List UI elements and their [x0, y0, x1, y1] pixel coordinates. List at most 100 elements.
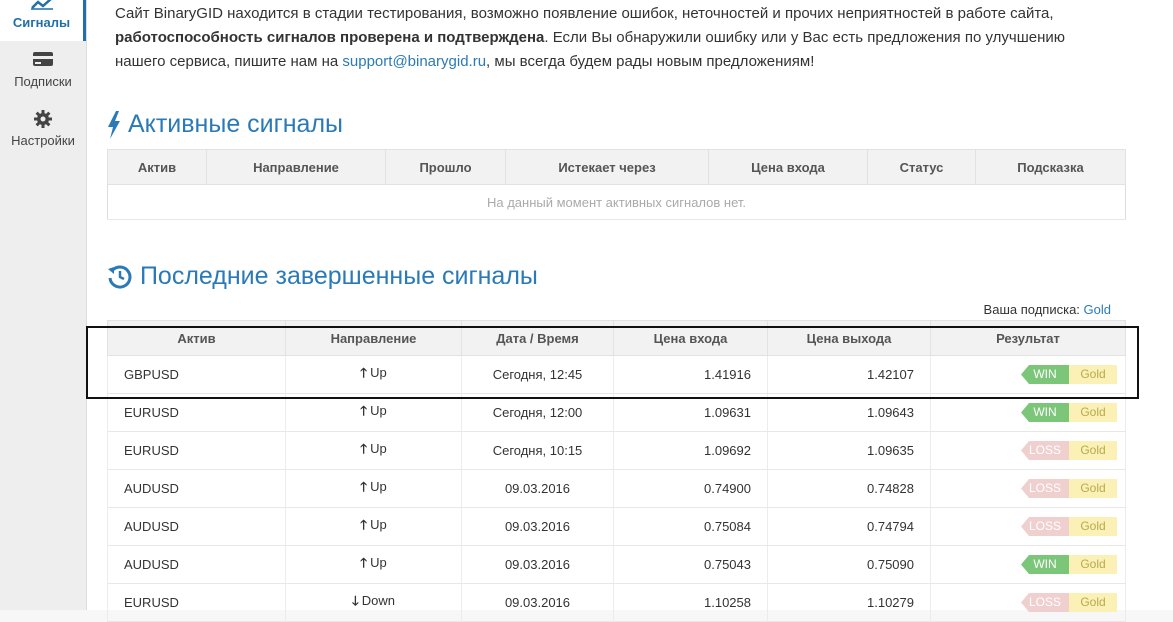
result-cell: WIN Gold — [930, 393, 1126, 432]
column-header: Направление — [206, 149, 386, 185]
plan-label: Gold — [1069, 365, 1117, 384]
direction-cell: 🡑 Up — [285, 393, 462, 432]
plan-label: Gold — [1069, 555, 1117, 574]
result-badge: LOSS Gold — [1021, 441, 1117, 460]
direction-text: Down — [361, 592, 395, 608]
plan-label: Gold — [1069, 593, 1117, 612]
direction-text: Up — [370, 554, 387, 570]
result-badge: LOSS Gold — [1021, 593, 1117, 612]
entry-price-cell: 1.10258 — [613, 583, 768, 622]
last-signals-title: Последние завершенные сигналы — [107, 262, 538, 291]
result-cell: LOSS Gold — [930, 507, 1126, 546]
direction-text: Up — [370, 402, 387, 418]
arrow-up-icon: 🡑 — [360, 364, 368, 380]
result-cell: LOSS Gold — [930, 431, 1126, 470]
datetime-cell: 09.03.2016 — [461, 469, 614, 508]
table-row: На данный момент активных сигналов нет. — [107, 184, 1126, 220]
entry-price-cell: 1.09692 — [613, 431, 768, 470]
result-label: LOSS — [1021, 517, 1069, 536]
column-header: Цена выхода — [767, 320, 931, 356]
result-cell: LOSS Gold — [930, 583, 1126, 622]
active-signals-title: Активные сигналы — [107, 110, 344, 140]
subscription-info: Ваша подписка: Gold — [984, 302, 1111, 317]
table-row: EURUSD 🡑 Up Сегодня, 12:00 1.09631 1.09643 WIN… — [107, 393, 1126, 432]
result-cell: WIN Gold — [930, 545, 1126, 584]
exit-price-cell: 0.74828 — [767, 469, 931, 508]
last-signals-table: Актив Направление Дата / Время Цена вход… — [107, 320, 1126, 622]
arrow-up-icon: 🡑 — [360, 516, 368, 532]
direction-cell: 🡑 Up — [285, 469, 462, 508]
result-label: WIN — [1021, 555, 1069, 574]
table-row: AUDUSD 🡑 Up 09.03.2016 0.74900 0.74828 LOSS Gol… — [107, 469, 1126, 508]
exit-price-cell: 1.09635 — [767, 431, 931, 470]
empty-message: На данный момент активных сигналов нет. — [107, 184, 1126, 220]
section-title-text: Последние завершенные сигналы — [139, 262, 538, 290]
result-badge: WIN Gold — [1021, 555, 1117, 574]
table-row: AUDUSD 🡑 Up 09.03.2016 0.75084 0.74794 LOSS Gol… — [107, 507, 1126, 546]
notice-bold: работоспособность сигналов проверена и п… — [115, 29, 545, 46]
direction-cell: 🡑 Up — [285, 431, 462, 470]
entry-price-cell: 0.75084 — [613, 507, 768, 546]
plan-label: Gold — [1069, 403, 1117, 422]
sidebar-item-settings[interactable]: Настройки — [0, 109, 86, 157]
asset-cell: EURUSD — [107, 431, 286, 470]
datetime-cell: Сегодня, 12:45 — [461, 355, 614, 394]
plan-label: Gold — [1069, 441, 1117, 460]
datetime-cell: 09.03.2016 — [461, 545, 614, 584]
result-badge: WIN Gold — [1021, 365, 1117, 384]
notice-part: , мы всегда будем рады новым предложения… — [486, 53, 815, 70]
lightning-icon — [108, 111, 120, 140]
datetime-cell: Сегодня, 12:00 — [461, 393, 614, 432]
column-header: Подсказка — [975, 149, 1126, 185]
arrow-up-icon: 🡑 — [360, 440, 368, 456]
exit-price-cell: 1.09643 — [767, 393, 931, 432]
entry-price-cell: 0.74900 — [613, 469, 768, 508]
plan-label: Gold — [1069, 517, 1117, 536]
column-header: Направление — [285, 320, 462, 356]
column-header: Результат — [930, 320, 1126, 356]
entry-price-cell: 1.09631 — [613, 393, 768, 432]
result-badge: LOSS Gold — [1021, 479, 1117, 498]
direction-text: Up — [370, 364, 387, 380]
result-badge: LOSS Gold — [1021, 517, 1117, 536]
sidebar-item-signals[interactable]: Сигналы — [0, 0, 86, 41]
table-header-row: Актив Направление Прошло Истекает через … — [107, 149, 1126, 185]
exit-price-cell: 1.42107 — [767, 355, 931, 394]
column-header: Актив — [107, 149, 207, 185]
direction-cell: 🡑 Up — [285, 507, 462, 546]
column-header: Актив — [107, 320, 286, 356]
result-cell: WIN Gold — [930, 355, 1126, 394]
datetime-cell: 09.03.2016 — [461, 507, 614, 546]
arrow-up-icon: 🡑 — [360, 478, 368, 494]
arrow-down-icon: 🡓 — [351, 592, 359, 608]
gear-icon — [34, 110, 52, 128]
column-header: Истекает через — [505, 149, 709, 185]
arrow-up-icon: 🡑 — [360, 402, 368, 418]
direction-cell: 🡓 Down — [285, 583, 462, 622]
sidebar: Сигналы Подписки Настройки — [0, 0, 87, 610]
direction-cell: 🡑 Up — [285, 545, 462, 584]
section-title-text: Активные сигналы — [127, 110, 344, 138]
result-label: LOSS — [1021, 441, 1069, 460]
column-header: Прошло — [385, 149, 506, 185]
arrow-up-icon: 🡑 — [360, 554, 368, 570]
direction-text: Up — [370, 440, 387, 456]
table-header-row: Актив Направление Дата / Время Цена вход… — [107, 320, 1126, 356]
column-header: Цена входа — [613, 320, 768, 356]
column-header: Цена входа — [708, 149, 868, 185]
subscription-link[interactable]: Gold — [1084, 302, 1111, 317]
table-row: EURUSD 🡓 Down 09.03.2016 1.10258 1.10279 LOSS G… — [107, 583, 1126, 622]
asset-cell: AUDUSD — [107, 545, 286, 584]
table-row: GBPUSD 🡑 Up Сегодня, 12:45 1.41916 1.42107 WIN… — [107, 355, 1126, 394]
credit-card-icon — [33, 52, 53, 66]
table-row: AUDUSD 🡑 Up 09.03.2016 0.75043 0.75090 WIN Gold — [107, 545, 1126, 584]
chart-line-icon — [30, 0, 53, 10]
sidebar-item-subscriptions[interactable]: Подписки — [0, 50, 86, 98]
direction-cell: 🡑 Up — [285, 355, 462, 394]
active-signals-table: Актив Направление Прошло Истекает через … — [107, 149, 1126, 220]
column-header: Статус — [867, 149, 976, 185]
plan-label: Gold — [1069, 479, 1117, 498]
history-icon — [108, 265, 132, 289]
support-email-link[interactable]: support@binarygid.ru — [342, 53, 486, 70]
result-label: WIN — [1021, 403, 1069, 422]
